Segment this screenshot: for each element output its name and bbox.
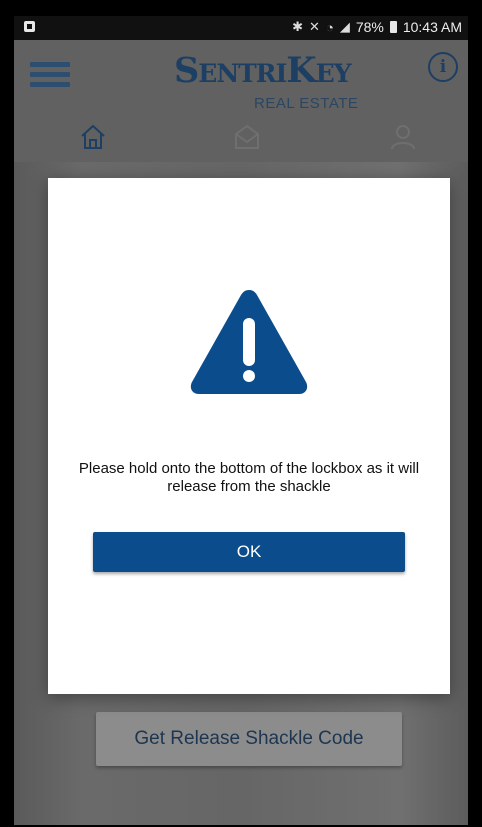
user-icon[interactable] (390, 124, 416, 150)
dialog-message: Please hold onto the bottom of the lockb… (78, 460, 420, 495)
warning-dialog: Please hold onto the bottom of the lockb… (48, 178, 450, 694)
clock: 10:43 AM (402, 19, 462, 35)
bluetooth-icon: ✱ (292, 19, 304, 34)
info-icon[interactable]: i (428, 52, 458, 82)
mute-icon: ✕ (309, 19, 320, 34)
status-icons: ✱ ✕ ◔ ◢ 78% 10:43 AM (292, 19, 462, 35)
screen: ✱ ✕ ◔ ◢ 78% 10:43 AM SentriKey REAL ESTA… (14, 16, 468, 825)
status-bar: ✱ ✕ ◔ ◢ 78% 10:43 AM (14, 16, 468, 40)
mail-icon[interactable] (234, 124, 260, 150)
logo-title: SentriKey (174, 50, 352, 91)
battery-percent: 78% (355, 19, 384, 35)
battery-icon (389, 21, 397, 33)
hamburger-menu-icon[interactable] (30, 62, 70, 90)
home-icon[interactable] (80, 124, 106, 150)
notification-icon (24, 21, 35, 32)
logo-subtitle: REAL ESTATE (254, 95, 359, 112)
app-header: SentriKey REAL ESTATE i (14, 40, 468, 162)
signal-icon: ◢ (339, 19, 350, 34)
wifi-icon: ◔ (325, 19, 334, 35)
ok-button[interactable]: OK (93, 532, 405, 572)
warning-icon (190, 290, 308, 394)
get-release-shackle-code-button: Get Release Shackle Code (96, 712, 402, 766)
